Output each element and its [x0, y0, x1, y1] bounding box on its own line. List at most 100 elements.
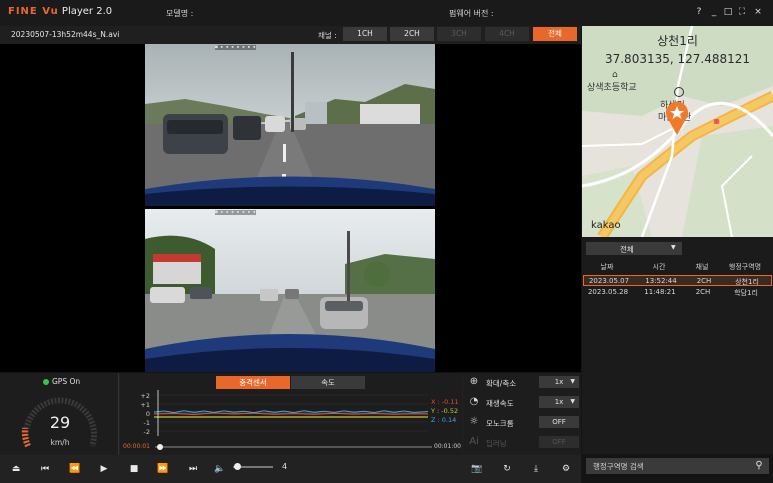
zoom-icon: ⊕: [469, 376, 479, 387]
time-total: 00:01:00: [434, 443, 461, 450]
g-sensor-graph: [153, 390, 429, 436]
brightness-icon: ☼: [469, 416, 479, 427]
zoom-select[interactable]: 1x ▼: [539, 376, 579, 388]
deep-learning-toggle[interactable]: OFF: [539, 436, 579, 448]
next-file-button[interactable]: ⏭: [185, 461, 201, 477]
graph-ytick: -1: [143, 419, 150, 427]
front-camera-image: [145, 44, 435, 206]
title-bar: [0, 0, 773, 26]
help-button[interactable]: ?: [693, 6, 705, 18]
previous-file-button[interactable]: ⏮: [37, 461, 53, 477]
list-item-date: 2023.05.28: [587, 288, 629, 296]
school-icon: ⌂: [612, 70, 618, 80]
playback-speed-value: 1x: [554, 398, 564, 406]
search-icon[interactable]: ⚲: [752, 459, 766, 473]
camera-icon[interactable]: 📷: [469, 461, 485, 477]
column-date: 날짜: [600, 263, 614, 271]
map-provider-logo: kakao: [591, 220, 621, 231]
event-filter-select[interactable]: 전체 ▼: [586, 242, 682, 255]
eject-button[interactable]: ⏏: [8, 461, 24, 477]
channel-2ch-button[interactable]: 2CH: [390, 27, 434, 41]
app-logo: FINE Vu Player 2.0: [8, 6, 112, 17]
graph-ytick: +1: [140, 401, 150, 409]
rear-camera-feed[interactable]: ■ ▪ ▪ ▪ ▪ ▪ ▪ ▪: [145, 209, 435, 372]
map-place-name: 상천1리: [657, 34, 698, 48]
channel-4ch-button[interactable]: 4CH: [485, 27, 529, 41]
chevron-down-icon: ▼: [570, 398, 575, 405]
zoom-select-value: 1x: [554, 378, 564, 386]
list-item-time: 13:52:44: [645, 277, 677, 285]
column-time: 시간: [652, 263, 666, 271]
channel-all-button[interactable]: 전체: [533, 27, 577, 41]
maximize-button[interactable]: □: [722, 6, 734, 18]
tab-speed[interactable]: 속도: [291, 376, 365, 389]
location-pin-icon: [665, 101, 689, 135]
graph-z-value: Z : 0.14: [431, 416, 457, 424]
playback-speed-select[interactable]: 1x ▼: [539, 396, 579, 408]
column-channel: 채널: [695, 263, 709, 271]
speed-unit: km/h: [50, 438, 70, 447]
close-button[interactable]: ×: [752, 6, 764, 18]
option-zoom-label: 확대/축소: [486, 379, 517, 388]
time-current: 00:00:01: [123, 443, 150, 450]
app-title-suffix: Player 2.0: [58, 6, 113, 17]
playback-controls: [0, 455, 581, 483]
list-item-region: 상천1리: [735, 278, 759, 286]
gps-status: GPS On: [52, 377, 81, 386]
graph-ytick: -2: [143, 428, 150, 436]
tab-g-sensor[interactable]: 충격센서: [216, 376, 290, 389]
map-coordinates: 37.803135, 127.488121: [604, 52, 751, 66]
rear-camera-overlay: ■ ▪ ▪ ▪ ▪ ▪ ▪ ▪: [215, 210, 256, 215]
timeline-track[interactable]: [155, 446, 432, 448]
option-mono-label: 모노크롬: [486, 419, 514, 428]
fullscreen-button[interactable]: ⛶: [736, 6, 748, 18]
region-search-placeholder: 행정구역명 검색: [593, 462, 644, 471]
chevron-down-icon: ▼: [671, 244, 676, 251]
volume-value: 4: [282, 462, 288, 471]
fast-forward-button[interactable]: ⏩: [155, 461, 171, 477]
list-header: 날짜 시간 채널 행정구역명: [582, 261, 773, 273]
graph-ytick: 0: [145, 410, 150, 418]
firmware-label: 펌웨어 버전 :: [449, 9, 494, 18]
graph-x-value: X : -0.11: [431, 398, 459, 406]
column-region: 행정구역명: [728, 263, 762, 271]
playback-speed-icon: ◔: [469, 396, 479, 407]
rewind-button[interactable]: ⏪: [67, 461, 83, 477]
channel-3ch-button[interactable]: 3CH: [437, 27, 481, 41]
minimize-button[interactable]: _: [708, 6, 720, 18]
map-label-school: 상색초등학교: [587, 83, 637, 93]
volume-icon[interactable]: 🔈: [212, 461, 228, 477]
channel-1ch-button[interactable]: 1CH: [343, 27, 387, 41]
model-label: 모델명 :: [166, 9, 194, 18]
list-item-channel: 2CH: [695, 288, 711, 296]
list-item[interactable]: 2023.05.28 11:48:21 2CH 학담1리: [583, 287, 772, 298]
chevron-down-icon: ▼: [570, 378, 575, 385]
channel-label: 채널 :: [318, 31, 337, 40]
graph-y-value: Y : -0.52: [431, 407, 459, 415]
brand-name: FINE Vu: [8, 6, 59, 17]
monochrome-toggle[interactable]: OFF: [539, 416, 579, 428]
gear-icon[interactable]: ⚙: [558, 461, 574, 477]
list-item-time: 11:48:21: [644, 288, 676, 296]
stop-button[interactable]: ■: [126, 461, 142, 477]
event-filter-value: 전체: [620, 245, 634, 254]
option-ai-label: 딥러닝: [486, 439, 507, 448]
list-item-date: 2023.05.07: [588, 277, 630, 285]
list-item-channel: 2CH: [696, 277, 712, 285]
map-poi-icon: [674, 87, 684, 97]
current-filename: 20230507-13h52m44s_N.avi: [11, 30, 120, 39]
map-marker-icon: [714, 119, 719, 124]
gps-status-icon: [43, 379, 49, 385]
list-item-region: 학담1리: [734, 289, 758, 297]
download-icon[interactable]: ⤓: [528, 461, 544, 477]
front-camera-overlay: ■ ▪ ▪ ▪ ▪ ▪ ▪ ▪: [215, 45, 256, 50]
timeline-knob[interactable]: [157, 444, 163, 450]
list-item[interactable]: 2023.05.07 13:52:44 2CH 상천1리: [583, 275, 772, 286]
front-camera-feed[interactable]: ■ ▪ ▪ ▪ ▪ ▪ ▪ ▪: [145, 44, 435, 206]
rear-camera-image: [145, 209, 435, 372]
rotate-icon[interactable]: ↻: [499, 461, 515, 477]
speed-value: 29: [49, 413, 71, 432]
volume-knob[interactable]: [234, 463, 241, 470]
graph-ytick: +2: [140, 392, 150, 400]
play-button[interactable]: ▶: [96, 461, 112, 477]
